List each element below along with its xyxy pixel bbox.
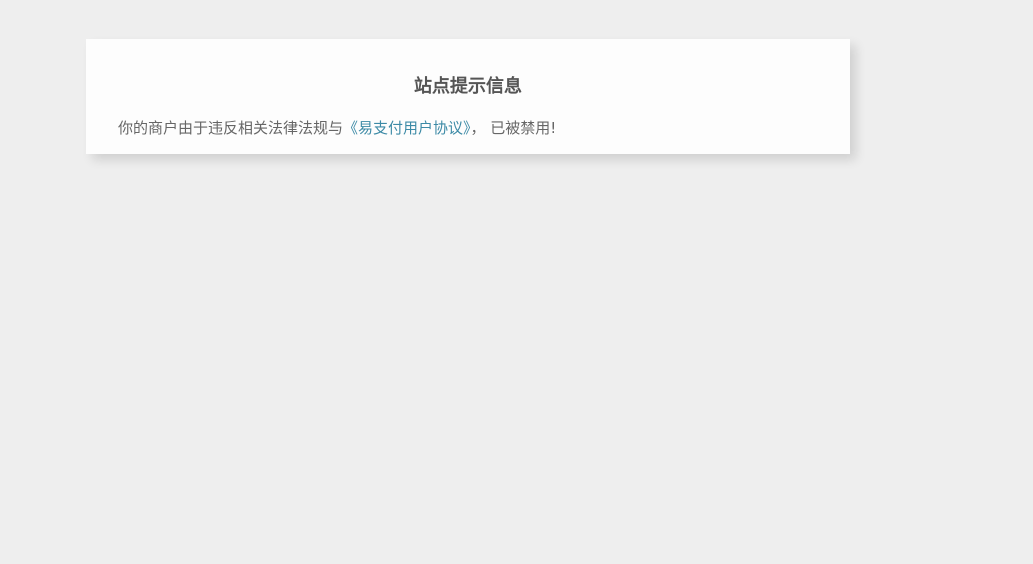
notice-message: 你的商户由于违反相关法律法规与《易支付用户协议》， 已被禁用!: [118, 118, 556, 138]
notice-title: 站点提示信息: [414, 76, 522, 97]
notice-message-suffix: ， 已被禁用!: [470, 119, 557, 137]
notice-message-prefix: 你的商户由于违反相关法律法规与: [118, 119, 344, 137]
notice-card: 站点提示信息 你的商户由于违反相关法律法规与《易支付用户协议》， 已被禁用!: [86, 39, 850, 154]
user-agreement-link[interactable]: 《易支付用户协议》: [343, 119, 471, 137]
